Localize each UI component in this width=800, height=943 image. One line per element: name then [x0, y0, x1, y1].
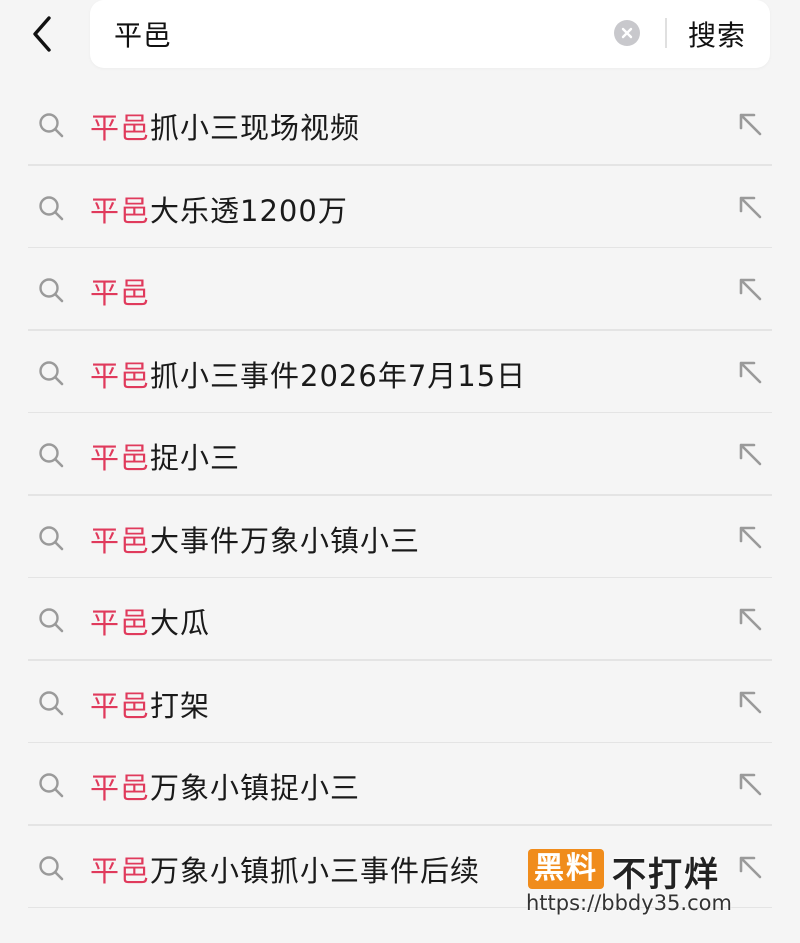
fill-in-arrow-icon[interactable] [736, 770, 764, 798]
suggestion-rest: 大瓜 [150, 606, 211, 640]
suggestion-highlight: 平邑 [90, 606, 151, 640]
clear-button[interactable] [614, 20, 640, 46]
search-icon [39, 773, 64, 798]
suggestion-row[interactable]: 平邑抓小三事件2026年7月15日 [0, 331, 800, 414]
suggestion-rest: 捉小三 [150, 441, 241, 475]
suggestion-text: 平邑万象小镇抓小三事件后续 [90, 848, 480, 890]
search-icon [39, 690, 64, 715]
suggestion-text: 平邑大乐透1200万 [90, 188, 348, 230]
fill-in-arrow-icon[interactable] [736, 110, 764, 138]
suggestion-text: 平邑抓小三现场视频 [90, 105, 360, 147]
watermark: 黑料 不打烊 https://bbdy35.com [524, 845, 770, 925]
suggestion-row[interactable]: 平邑打架 [0, 661, 800, 744]
search-icon [39, 525, 64, 550]
fill-in-arrow-icon[interactable] [736, 275, 764, 303]
search-icon [39, 195, 64, 220]
back-button[interactable] [22, 10, 62, 58]
watermark-badge: 黑料 [528, 849, 604, 889]
search-icon [39, 278, 64, 303]
suggestion-text: 平邑打架 [90, 683, 210, 725]
suggestion-row[interactable]: 平邑 [0, 248, 800, 331]
suggestion-text: 平邑大瓜 [90, 600, 210, 642]
fill-in-arrow-icon[interactable] [736, 523, 764, 551]
suggestion-highlight: 平邑 [90, 276, 151, 310]
clear-circle-icon [621, 27, 633, 39]
suggestion-row[interactable]: 平邑大乐透1200万 [0, 166, 800, 249]
suggestion-rest: 打架 [150, 688, 211, 723]
suggestion-rest: 万象小镇抓小三事件后续 [150, 853, 481, 888]
fill-in-arrow-icon[interactable] [736, 193, 764, 221]
suggestion-row[interactable]: 平邑大事件万象小镇小三 [0, 496, 800, 579]
suggestion-rest: 抓小三事件2026年7月15日 [150, 358, 527, 393]
suggestion-list: 平邑抓小三现场视频 平邑大乐透1200万 平邑 平邑抓小三事件2026年7月15… [0, 83, 800, 908]
suggestion-row[interactable]: 平邑捉小三 [0, 413, 800, 496]
suggestion-highlight: 平邑 [90, 441, 151, 475]
suggestion-rest: 抓小三现场视频 [150, 111, 361, 145]
suggestion-highlight: 平邑 [90, 523, 151, 558]
suggestion-highlight: 平邑 [90, 193, 151, 228]
fill-in-arrow-icon[interactable] [736, 440, 764, 468]
search-box[interactable]: 平邑 搜索 [90, 0, 770, 68]
suggestion-row[interactable]: 平邑万象小镇捉小三 [0, 743, 800, 826]
suggestion-rest: 万象小镇捉小三 [150, 771, 361, 805]
search-icon [39, 443, 64, 468]
fill-in-arrow-icon[interactable] [736, 605, 764, 633]
suggestion-highlight: 平邑 [90, 358, 151, 393]
suggestion-text: 平邑抓小三事件2026年7月15日 [90, 353, 526, 395]
suggestion-rest: 大事件万象小镇小三 [150, 523, 421, 558]
search-button[interactable]: 搜索 [688, 14, 746, 54]
suggestion-highlight: 平邑 [90, 688, 151, 723]
suggestion-highlight: 平邑 [90, 853, 151, 888]
chevron-left-icon [33, 16, 51, 52]
search-divider [665, 18, 667, 48]
suggestion-highlight: 平邑 [90, 771, 151, 805]
search-icon [39, 608, 64, 633]
suggestion-highlight: 平邑 [90, 111, 151, 145]
suggestion-text: 平邑 [90, 270, 150, 312]
suggestion-row[interactable]: 平邑抓小三现场视频 [0, 83, 800, 166]
suggestion-text: 平邑大事件万象小镇小三 [90, 518, 420, 560]
watermark-text: 不打烊 [612, 855, 720, 895]
suggestion-text: 平邑捉小三 [90, 435, 240, 477]
search-icon [39, 113, 64, 138]
search-icon [39, 855, 64, 880]
suggestion-row[interactable]: 平邑大瓜 [0, 578, 800, 661]
search-header: 平邑 搜索 [0, 0, 800, 92]
watermark-url: https://bbdy35.com [526, 891, 732, 915]
suggestion-text: 平邑万象小镇捉小三 [90, 765, 360, 807]
fill-in-arrow-icon[interactable] [736, 358, 764, 386]
search-icon [39, 360, 64, 385]
search-input[interactable]: 平邑 [114, 14, 172, 54]
suggestion-rest: 大乐透1200万 [150, 193, 348, 228]
fill-in-arrow-icon[interactable] [736, 688, 764, 716]
